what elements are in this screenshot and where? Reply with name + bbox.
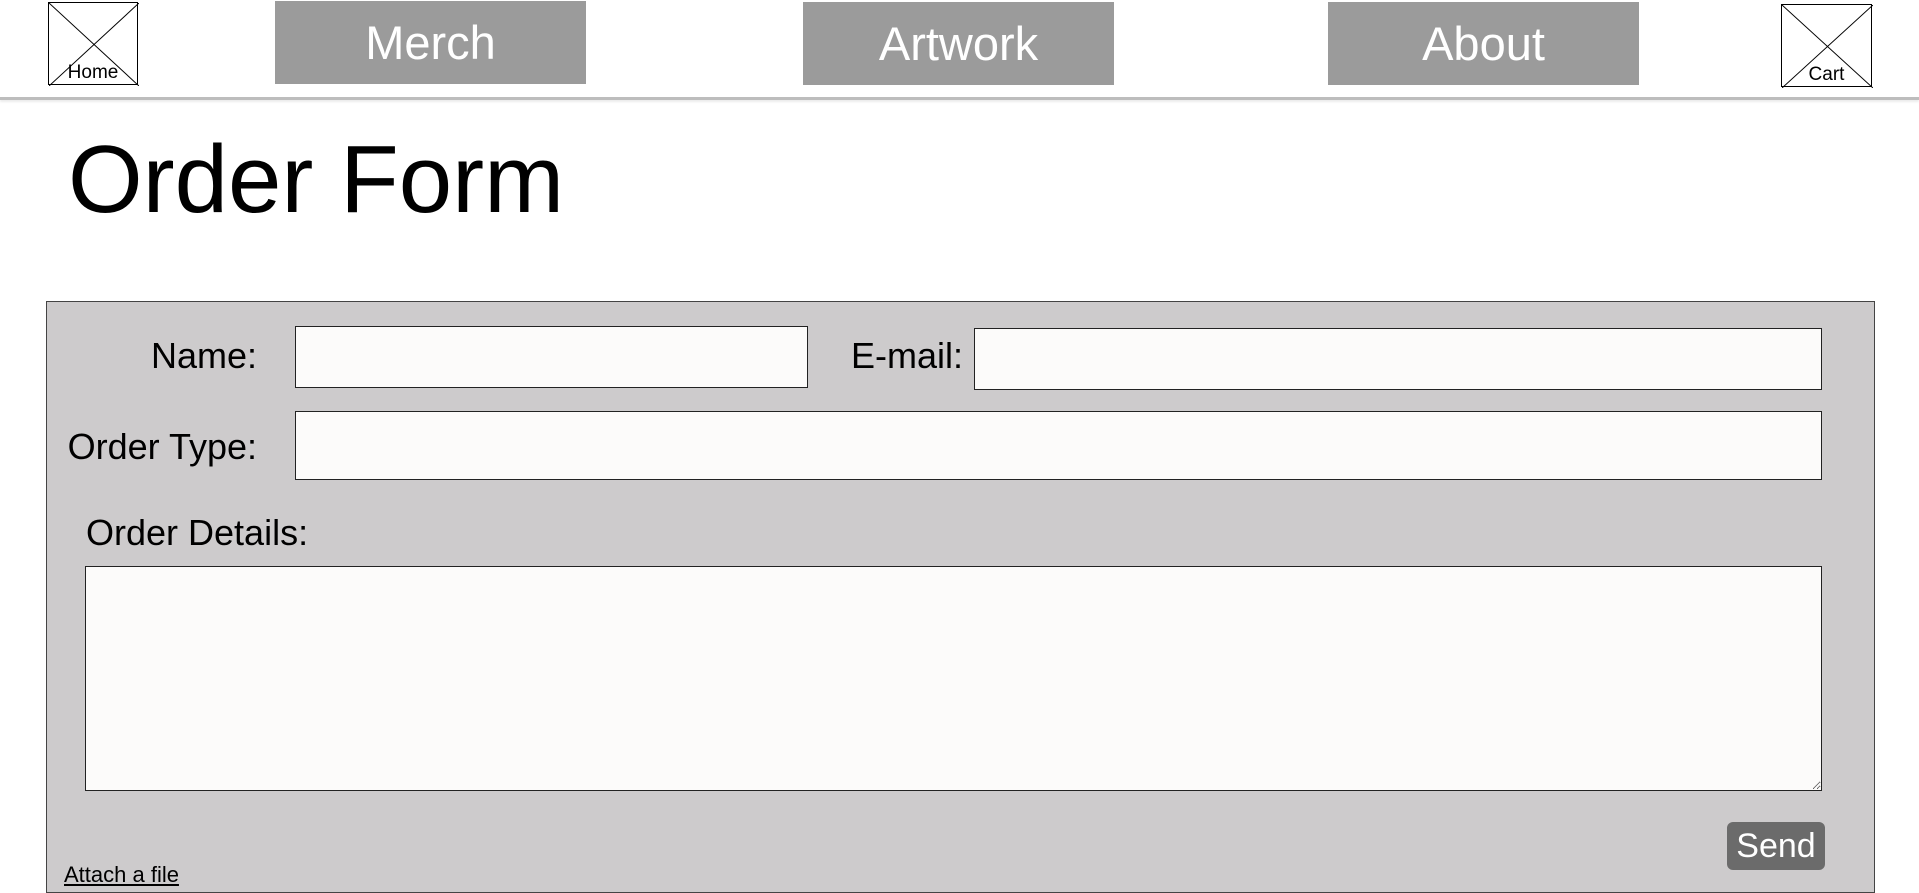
nav-merch-button[interactable]: Merch — [275, 1, 586, 84]
top-navigation-bar: Home Merch Artwork About Cart — [0, 0, 1919, 100]
cart-label: Cart — [1808, 64, 1845, 85]
home-icon[interactable]: Home — [48, 2, 139, 86]
order-type-label: Order Type: — [67, 426, 257, 467]
nav-artwork-button[interactable]: Artwork — [803, 2, 1114, 85]
order-form-panel: Name: E-mail: Order Type: Order Details:… — [46, 301, 1875, 893]
name-input[interactable] — [295, 326, 808, 388]
order-details-textarea[interactable] — [85, 566, 1822, 791]
name-label: Name: — [150, 335, 257, 376]
nav-about-button[interactable]: About — [1328, 2, 1639, 85]
cart-icon[interactable]: Cart — [1781, 4, 1873, 88]
send-button[interactable]: Send — [1727, 822, 1825, 870]
email-label: E-mail: — [851, 335, 964, 376]
home-label: Home — [67, 62, 119, 83]
page-title: Order Form — [68, 126, 565, 233]
order-type-input[interactable] — [295, 411, 1822, 480]
attach-file-link[interactable]: Attach a file — [64, 862, 179, 888]
email-input[interactable] — [974, 328, 1822, 390]
order-details-label: Order Details: — [86, 512, 309, 553]
